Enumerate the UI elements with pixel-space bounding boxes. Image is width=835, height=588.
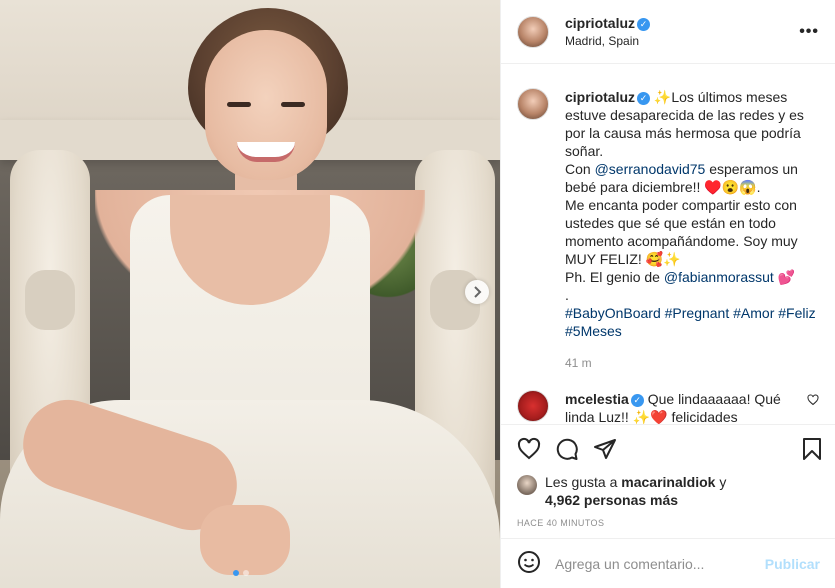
caption-text-6: 💕 [773, 269, 796, 285]
comment-row: mcelestia ✓ Que lindaaaaaa! Qué linda Luz… [517, 390, 819, 424]
post-actions: Les gusta a macarinaldiok y 4,962 person… [501, 424, 835, 528]
comment-like-heart-icon[interactable] [807, 394, 819, 424]
comment-icon[interactable] [555, 437, 579, 461]
avatar[interactable] [517, 475, 537, 495]
post-header: cipriotaluz ✓ Madrid, Spain ••• [501, 0, 835, 64]
caption-row: cipriotaluz ✓ ✨Los últimos meses estuve d… [517, 88, 819, 372]
more-options-icon[interactable]: ••• [799, 23, 819, 41]
carousel-dot [243, 570, 249, 576]
verified-badge-icon: ✓ [637, 92, 651, 105]
caption-text-2: Con [565, 161, 595, 177]
comments-list[interactable]: cipriotaluz ✓ ✨Los últimos meses estuve d… [501, 64, 835, 424]
caption-text-4: Me encanta poder compartir esto con uste… [565, 197, 798, 267]
post-age[interactable]: HACE 40 MINUTOS [517, 518, 824, 528]
avatar[interactable] [517, 390, 549, 422]
likes-user[interactable]: macarinaldiok [621, 474, 715, 490]
emoji-icon[interactable] [517, 550, 541, 577]
caption-username[interactable]: cipriotaluz [565, 89, 635, 105]
caption-text-5: Ph. El genio de [565, 269, 664, 285]
publish-button[interactable]: Publicar [765, 556, 820, 572]
verified-badge-icon: ✓ [630, 394, 644, 407]
post-location[interactable]: Madrid, Spain [565, 34, 799, 48]
post-photo[interactable] [0, 0, 500, 588]
caption-text-7: . [565, 287, 569, 303]
likes-prefix: Les gusta a [545, 474, 622, 490]
avatar[interactable] [517, 15, 549, 48]
comment-input[interactable] [555, 555, 765, 572]
caption-timestamp[interactable]: 41 m [565, 354, 819, 372]
comment-username[interactable]: mcelestia [565, 391, 629, 407]
mention-link[interactable]: @serranodavid75 [595, 161, 706, 177]
avatar[interactable] [517, 88, 549, 120]
carousel-indicator [233, 570, 249, 576]
next-photo-button[interactable] [465, 280, 489, 304]
share-icon[interactable] [593, 437, 617, 461]
mention-link[interactable]: @fabianmorassut [664, 269, 774, 285]
post-username[interactable]: cipriotaluz [565, 15, 635, 31]
bookmark-icon[interactable] [800, 437, 824, 461]
chevron-right-icon [474, 286, 482, 298]
post-side-panel: cipriotaluz ✓ Madrid, Spain ••• cipriotal… [500, 0, 835, 588]
heart-icon[interactable] [517, 437, 541, 461]
carousel-dot [233, 570, 239, 576]
likes-suffix: y [715, 474, 727, 490]
instagram-post-modal: cipriotaluz ✓ Madrid, Spain ••• cipriotal… [0, 0, 835, 588]
verified-badge-icon: ✓ [637, 18, 651, 31]
likes-others[interactable]: 4,962 personas más [545, 492, 678, 508]
comment-composer: Publicar [501, 538, 835, 588]
likes-summary: Les gusta a macarinaldiok y 4,962 person… [517, 473, 824, 509]
photo-person [0, 0, 500, 588]
hashtags[interactable]: #BabyOnBoard #Pregnant #Amor #Feliz #5Me… [565, 305, 816, 339]
